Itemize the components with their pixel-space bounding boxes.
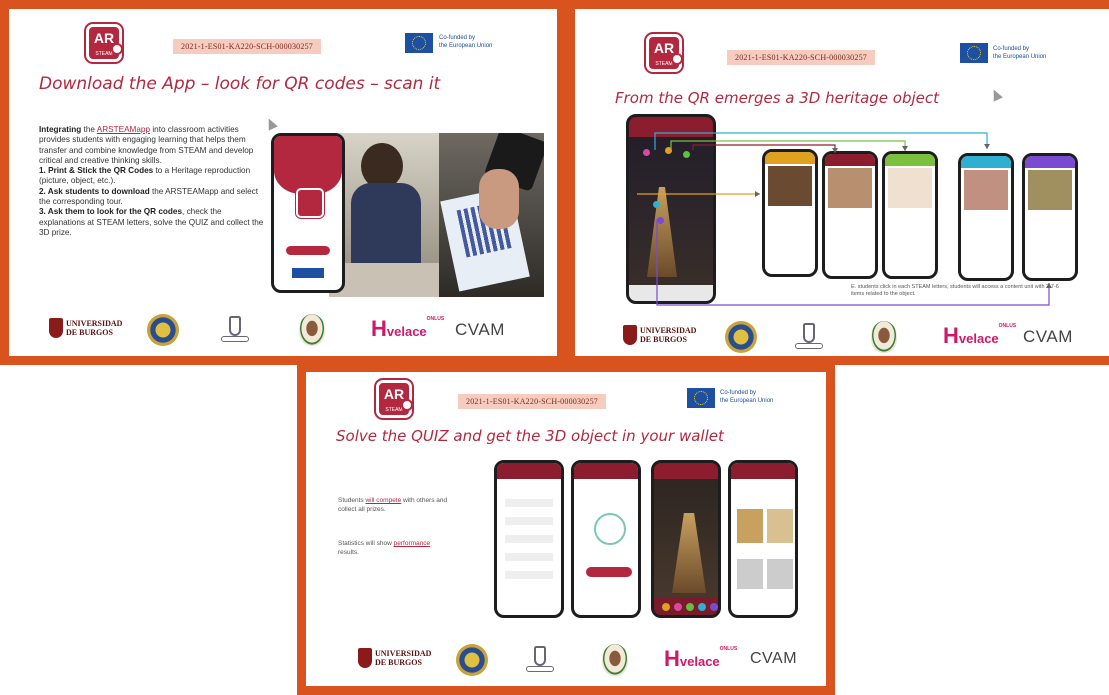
arsteam-logo: AR STEAM	[376, 380, 413, 418]
universidad-burgos-logo: UNIVERSIDAD DE BURGOS	[49, 318, 122, 338]
slide-title: Solve the QUIZ and get the 3D object in …	[336, 427, 724, 445]
quiz-phone-3	[651, 460, 721, 618]
eu-label: Co-funded by the European Union	[720, 390, 774, 404]
note-statistics: Statistics will show performance results…	[338, 540, 431, 556]
eu-flag-icon	[687, 388, 715, 408]
app-phone-mockup	[271, 133, 345, 293]
arsteam-logo: AR STEAM	[86, 24, 123, 62]
universidad-burgos-logo: UNIVERSIDAD DE BURGOS	[358, 648, 431, 668]
partner-logos: UNIVERSIDAD DE BURGOS HvelaceONLUS CVAM	[575, 321, 1109, 361]
quiz-phone-2	[571, 460, 641, 618]
slide-title: Download the App – look for QR codes – s…	[39, 74, 441, 94]
portrait-seal-logo	[299, 314, 325, 346]
school-seal-logo	[456, 644, 488, 676]
partner-logos: UNIVERSIDAD DE BURGOS HvelaceONLUS CVAM	[9, 314, 557, 354]
cvam-logo: CVAM	[455, 320, 505, 339]
trophy-emblem-logo	[795, 321, 823, 353]
slide-2: AR STEAM 2021-1-ES01-KA220-SCH-000030257…	[566, 0, 1109, 365]
classroom-photo	[329, 133, 544, 297]
hvelace-logo: HvelaceONLUS	[664, 646, 738, 671]
partner-logos: UNIVERSIDAD DE BURGOS HvelaceONLUS CVAM	[306, 644, 826, 684]
project-code: 2021-1-ES01-KA220-SCH-000030257	[458, 394, 606, 409]
connector-arrows	[637, 132, 1052, 306]
hvelace-logo: HvelaceONLUS	[943, 323, 1017, 348]
school-seal-logo	[725, 321, 757, 353]
portrait-seal-logo	[602, 644, 628, 676]
quiz-phone-4	[728, 460, 798, 618]
magnifier-icon	[401, 399, 413, 411]
school-seal-logo	[147, 314, 179, 346]
slide-3: AR STEAM 2021-1-ES01-KA220-SCH-000030257…	[297, 363, 835, 695]
note-compete: Students will compete with others and co…	[338, 497, 448, 513]
mouse-cursor-icon	[264, 116, 278, 131]
caption: E. students click in each STEAM letters,…	[851, 284, 1059, 297]
quiz-phone-1	[494, 460, 564, 618]
portrait-seal-logo	[871, 321, 897, 353]
trophy-emblem-logo	[526, 644, 554, 676]
project-code: 2021-1-ES01-KA220-SCH-000030257	[173, 39, 321, 54]
slide-body: Integrating the ARSTEAMapp into classroo…	[39, 125, 264, 237]
cvam-logo: CVAM	[750, 650, 798, 667]
eu-flag-icon	[405, 33, 433, 53]
hvelace-logo: HvelaceONLUS	[371, 316, 445, 341]
eu-label: Co-funded by the European Union	[439, 35, 493, 49]
magnifier-icon	[111, 43, 123, 55]
trophy-emblem-logo	[221, 314, 249, 346]
universidad-burgos-logo: UNIVERSIDAD DE BURGOS	[623, 325, 696, 345]
cvam-logo: CVAM	[1023, 327, 1073, 346]
slide-1: AR STEAM 2021-1-ES01-KA220-SCH-000030257…	[0, 0, 566, 365]
